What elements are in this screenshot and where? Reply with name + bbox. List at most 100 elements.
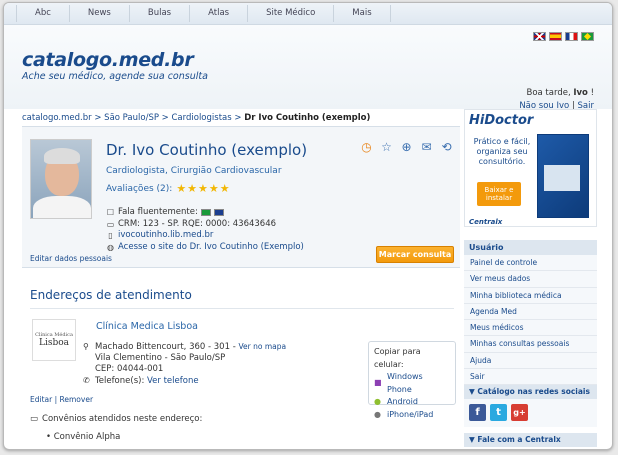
twitter-icon[interactable]: t [490,404,507,422]
remove-address-link[interactable]: Remover [60,395,94,404]
english-flag-icon[interactable] [533,32,546,41]
windows-icon: ■ [374,378,382,388]
product-box-image [537,134,589,218]
show-phone-link[interactable]: Ver telefone [147,376,199,386]
add-icon[interactable]: ⊕ [399,139,414,154]
doctor-photo [30,139,92,219]
phone-icon: ✆ [83,376,90,385]
edit-address-link[interactable]: Editar [30,395,52,404]
top-nav: Abc News Bulas Atlas Site Médico Mais [16,5,391,22]
rating-stars-icon: ★★★★★ [176,182,231,195]
favorite-star-icon[interactable]: ☆ [379,139,394,154]
top-nav-bar: Abc News Bulas Atlas Site Médico Mais [4,3,612,25]
reviews-label[interactable]: Avaliações (2): [106,184,172,194]
breadcrumb-separator: > [158,113,172,123]
menu-item-biblioteca[interactable]: Minha biblioteca médica [464,287,597,304]
doctor-url-link[interactable]: ivocoutinho.lib.med.br [118,230,213,242]
doctor-site-link[interactable]: Acesse o site do Dr. Ivo Coutinho (Exemp… [118,242,304,254]
doctor-specialty: Cardiologista, Cirurgião Cardiovascular [106,166,282,176]
menu-item-agenda[interactable]: Agenda Med [464,303,597,321]
menu-item-painel[interactable]: Painel de controle [464,255,597,272]
doctor-info: ☐ Fala fluentemente: ▭ CRM: 123 - SP. RQE:… [106,207,304,253]
nav-atlas[interactable]: Atlas [190,5,249,22]
brazil-flag-icon [200,209,211,217]
nav-mais[interactable]: Mais [334,5,391,22]
divider [30,308,454,309]
ad-title: HiDoctor [469,113,534,128]
android-icon: ● [374,397,381,406]
download-button[interactable]: Baixar e instalar [477,182,521,206]
doctor-profile-card: Dr. Ivo Coutinho (exemplo) Cardiologista… [22,127,460,268]
cep-text: CEP: 04044-001 [95,364,164,374]
addresses-title: Endereços de atendimento [30,288,192,302]
nav-abc[interactable]: Abc [16,5,70,22]
language-flags [533,32,594,41]
spanish-flag-icon[interactable] [549,32,562,41]
insurance-section: ▭ Convênios atendidos neste endereço: [30,414,202,424]
map-link[interactable]: Ver no mapa [238,342,286,351]
site-tagline: Ache seu médico, agende sua consulta [22,71,208,82]
menu-item-ajuda[interactable]: Ajuda [464,352,597,370]
crm-text: CRM: 123 - SP. RQE: 0000: 43643646 [118,218,277,229]
share-icon[interactable]: ⟲ [439,139,454,154]
hidoctor-ad[interactable]: HiDoctor Prático e fácil, organiza seu c… [464,109,597,227]
greeting-user: Ivo [573,88,588,98]
iphone-link[interactable]: ● iPhone/iPad [374,409,450,422]
clinic-name[interactable]: Clínica Medica Lisboa [96,321,198,332]
breadcrumb-city[interactable]: São Paulo/SP [104,113,159,123]
social-section-title[interactable]: ▼ Catálogo nas redes sociais [464,385,597,400]
google-plus-icon[interactable]: g+ [511,404,528,422]
clock-icon[interactable]: ◷ [359,139,374,154]
street-text: Machado Bittencourt, 360 - 301 - [95,342,239,352]
ad-brand: Centralx [469,218,503,226]
site-logo[interactable]: catalogo.med.br [22,49,194,71]
doctor-reviews[interactable]: Avaliações (2): ★★★★★ [106,182,231,195]
french-flag-icon[interactable] [565,32,578,41]
user-menu: Usuário Painel de controle Ver meus dado… [464,240,597,448]
facebook-icon[interactable]: f [469,404,486,422]
english-flag-icon [213,209,224,217]
menu-item-consultas[interactable]: Minhas consultas pessoais [464,336,597,353]
copy-title: Copiar para celular: [374,347,421,369]
nav-site-medico[interactable]: Site Médico [248,5,335,22]
windows-phone-link[interactable]: ■ Windows Phone [374,371,450,396]
breadcrumb-specialty[interactable]: Cardiologistas [172,113,232,123]
menu-item-meus-medicos[interactable]: Meus médicos [464,320,597,337]
ad-text: Prático e fácil, organiza seu consultóri… [473,137,531,166]
menu-item-ver-dados[interactable]: Ver meus dados [464,271,597,288]
social-links: f t g+ [464,399,597,428]
copy-to-phone-box: Copiar para celular: ■ Windows Phone ● And… [368,341,456,419]
breadcrumb: catalogo.med.br > São Paulo/SP > Cardiol… [22,109,460,127]
site-header: catalogo.med.br Ache seu médico, agende … [4,25,612,111]
clinic-address: ⚲ Machado Bittencourt, 360 - 301 - Ver no… [83,341,286,387]
edit-personal-data-link[interactable]: Editar dados pessoais [30,254,112,263]
nav-bulas[interactable]: Bulas [130,5,191,22]
brazil-flag-icon[interactable] [581,32,594,41]
greeting-suffix: ! [587,88,594,98]
iphone-label: iPhone/iPad [387,409,434,419]
doctor-name: Dr. Ivo Coutinho (exemplo) [106,141,308,159]
id-card-icon: ▭ [106,219,115,229]
email-icon[interactable]: ✉ [419,139,434,154]
chat-icon: ☐ [106,208,115,217]
clinic-logo: Clínica Médica Lisboa [32,319,76,361]
fluent-label: Fala fluentemente: [118,207,198,217]
nav-news[interactable]: News [70,5,130,22]
breadcrumb-home[interactable]: catalogo.med.br [22,113,92,123]
breadcrumb-current: Dr Ivo Coutinho (exemplo) [244,113,371,123]
browser-frame: Abc News Bulas Atlas Site Médico Mais ca… [3,2,613,450]
greeting-text: Boa tarde, [526,88,574,98]
menu-item-sair[interactable]: Sair [464,369,597,386]
contact-section-title[interactable]: ▼ Fale com a Centralx [464,433,597,448]
android-label: Android [387,397,418,406]
insurance-item: • Convênio Alpha [46,432,121,442]
card-icon: ▭ [30,414,39,424]
book-icon: ▯ [108,231,113,240]
breadcrumb-separator: > [231,113,245,123]
android-link[interactable]: ● Android [374,396,450,409]
map-pin-icon: ⚲ [83,342,89,351]
windows-phone-label: Windows Phone [387,372,423,394]
book-appointment-button[interactable]: Marcar consulta [376,246,454,263]
phone-label: Telefone(s): [95,376,148,386]
address-actions: Editar | Remover [30,395,94,404]
